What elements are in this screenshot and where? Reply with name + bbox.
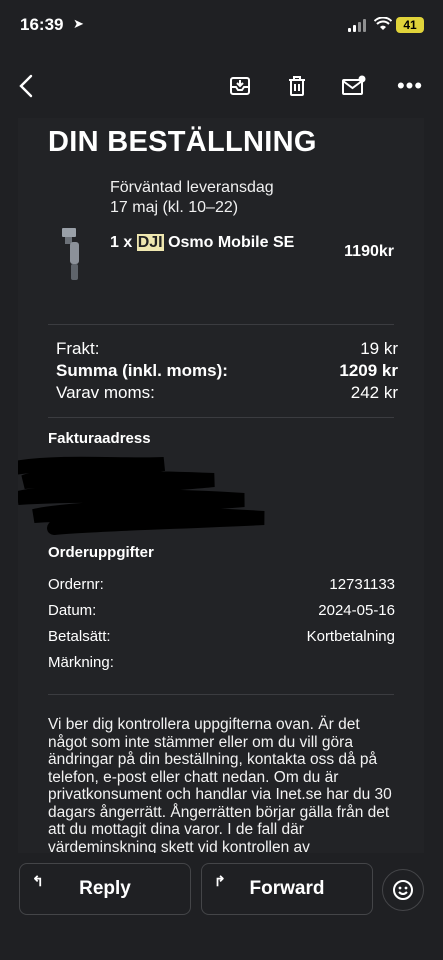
order-detail-label: Datum:	[48, 602, 97, 619]
more-button[interactable]: •••	[394, 70, 426, 102]
order-detail-label: Märkning:	[48, 654, 114, 671]
forward-button[interactable]: ↱ Forward	[201, 863, 373, 915]
archive-icon	[230, 77, 250, 95]
order-detail-row: Betalsätt: Kortbetalning	[48, 628, 395, 645]
delivery-date: 17 maj (kl. 10–22)	[110, 199, 239, 216]
divider	[48, 694, 394, 695]
delivery-info: Förväntad leveransdag 17 maj (kl. 10–22)	[110, 178, 274, 218]
email-body: DIN BESTÄLLNING Förväntad leveransdag 17…	[18, 118, 424, 853]
delivery-label: Förväntad leveransdag	[110, 179, 274, 196]
back-button[interactable]	[10, 70, 42, 102]
product-image	[58, 226, 88, 282]
invoice-address-heading: Fakturaadress	[48, 430, 151, 447]
battery-indicator: 41	[396, 17, 424, 33]
order-details-heading: Orderuppgifter	[48, 544, 154, 561]
product-price: 1190kr	[344, 243, 394, 260]
order-detail-value: 12731133	[329, 576, 395, 593]
product-name: 1 x DJI Osmo Mobile SE	[110, 233, 310, 252]
product-brand: DJI	[136, 234, 164, 251]
info-paragraph: Vi ber dig kontrollera uppgifterna ovan.…	[48, 716, 392, 853]
action-bar: ↰ Reply ↱ Forward	[0, 855, 443, 960]
summary-value: 242 kr	[350, 383, 398, 402]
archive-button[interactable]	[224, 70, 256, 102]
summary-label: Varav moms:	[56, 383, 155, 402]
order-detail-label: Ordernr:	[48, 576, 104, 593]
mark-unread-icon	[342, 75, 366, 95]
order-detail-label: Betalsätt:	[48, 628, 111, 645]
location-arrow-icon: ➤	[73, 16, 84, 31]
forward-label: Forward	[249, 878, 325, 899]
summary-row-total: Summa (inkl. moms): 1209 kr	[56, 361, 398, 381]
delete-button[interactable]	[281, 70, 313, 102]
emoji-icon	[393, 880, 413, 900]
reply-button[interactable]: ↰ Reply	[19, 863, 191, 915]
summary-row-vat: Varav moms: 242 kr	[56, 383, 398, 403]
email-title: DIN BESTÄLLNING	[48, 126, 317, 158]
status-bar: 16:39 ➤ 41	[0, 0, 443, 50]
redacted-scribble	[18, 456, 265, 535]
forward-arrow-icon: ↱	[214, 873, 226, 889]
summary-value: 19 kr	[360, 339, 398, 358]
wifi-icon	[373, 16, 393, 35]
order-detail-row: Märkning:	[48, 654, 395, 671]
divider	[48, 324, 394, 325]
summary-label: Frakt:	[56, 339, 100, 358]
order-detail-value: 2024-05-16	[318, 602, 395, 619]
mark-unread-button[interactable]	[338, 70, 370, 102]
reply-label: Reply	[79, 878, 131, 899]
more-icon: •••	[396, 73, 424, 98]
summary-row-shipping: Frakt: 19 kr	[56, 339, 398, 359]
summary-label: Summa (inkl. moms):	[56, 361, 228, 380]
status-time: 16:39	[20, 15, 64, 34]
summary-value: 1209 kr	[339, 361, 398, 380]
divider	[48, 417, 394, 418]
trash-icon	[289, 76, 305, 96]
order-detail-value: Kortbetalning	[306, 628, 395, 645]
email-toolbar: •••	[0, 60, 443, 110]
order-detail-row: Datum: 2024-05-16	[48, 602, 395, 619]
product-quantity: 1 x	[110, 234, 133, 251]
product-model: Osmo Mobile SE	[168, 234, 295, 251]
order-detail-row: Ordernr: 12731133	[48, 576, 395, 593]
cellular-signal-icon	[348, 18, 370, 32]
reply-arrow-icon: ↰	[32, 873, 44, 889]
emoji-reaction-button[interactable]	[382, 869, 424, 911]
chevron-left-icon	[19, 74, 33, 98]
